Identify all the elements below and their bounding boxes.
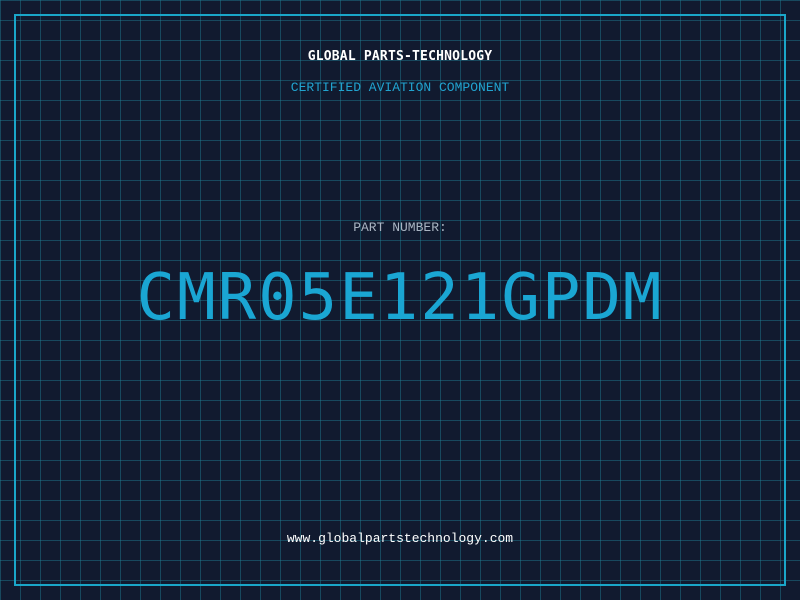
brand-title: GLOBAL PARTS-TECHNOLOGY <box>307 49 493 64</box>
certification-tagline: CERTIFIED AVIATION COMPONENT <box>290 80 510 95</box>
website-url: www.globalpartstechnology.com <box>286 531 514 546</box>
part-number-label: PART NUMBER: <box>353 220 447 235</box>
part-card: GLOBAL PARTS-TECHNOLOGY CERTIFIED AVIATI… <box>0 0 800 600</box>
part-number-value: CMR05E121GPDM <box>136 261 664 335</box>
